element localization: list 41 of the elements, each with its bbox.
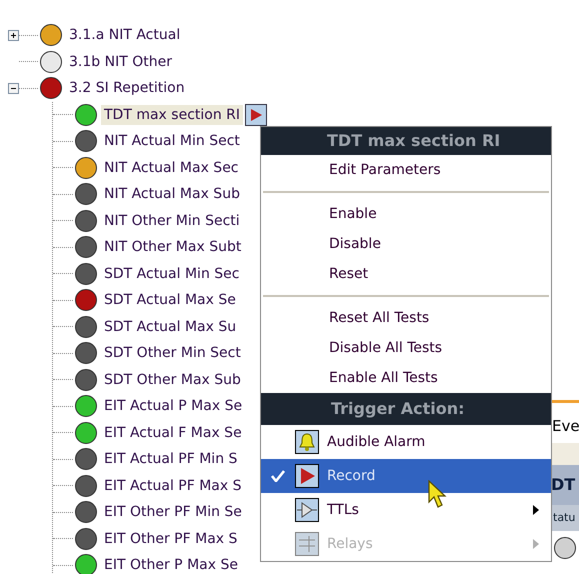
tree-item[interactable]: EIT Actual PF Max S (101, 476, 245, 496)
tree-item[interactable]: EIT Actual PF Min S (101, 449, 240, 470)
tree-item[interactable]: EIT Actual F Max Se (101, 422, 245, 443)
menu-item[interactable]: Disable (261, 229, 551, 259)
tree-item[interactable]: 3.2 SI Repetition (66, 78, 188, 98)
menu-item[interactable]: Record (261, 459, 551, 493)
tree-item[interactable]: EIT Other PF Max S (101, 528, 240, 549)
menu-item[interactable]: Enable (261, 199, 551, 229)
tree-item[interactable]: 3.1b NIT Other (66, 52, 175, 72)
status-light (554, 537, 576, 559)
tree-item[interactable]: EIT Other P Max Se (101, 555, 241, 574)
menu-item[interactable]: Disable All Tests (261, 333, 551, 363)
tree-item[interactable]: SDT Other Min Sect (101, 343, 244, 364)
menu-title: TDT max section RI (261, 127, 551, 155)
gate-icon (295, 498, 319, 522)
bell-icon (295, 430, 319, 454)
tree-item[interactable]: NIT Other Min Secti (101, 210, 243, 231)
tree-item[interactable]: SDT Actual Max Se (101, 290, 239, 310)
tree-item[interactable]: SDT Actual Min Sec (101, 264, 242, 284)
tree-item[interactable]: EIT Other PF Min Se (101, 502, 245, 522)
menu-section-header: Trigger Action: (261, 393, 551, 425)
collapse-toggle[interactable] (8, 82, 19, 94)
play-icon (295, 464, 319, 488)
tree-item[interactable]: SDT Other Max Sub (101, 370, 244, 390)
menu-item[interactable]: Audible Alarm (261, 425, 551, 459)
menu-item[interactable]: Enable All Tests (261, 363, 551, 393)
tree-item[interactable]: EIT Actual P Max Se (101, 396, 246, 416)
tree-item[interactable]: NIT Actual Min Sect (101, 131, 243, 152)
menu-item[interactable]: Reset All Tests (261, 303, 551, 333)
grid-icon (295, 532, 319, 556)
tree-item[interactable]: NIT Other Max Subt (101, 237, 244, 258)
tree-item[interactable]: NIT Actual Max Sub (101, 184, 243, 204)
record-button[interactable] (245, 104, 268, 126)
expand-toggle[interactable] (8, 30, 19, 41)
menu-item[interactable]: Edit Parameters (261, 155, 551, 185)
tree-item[interactable]: SDT Actual Max Su (101, 316, 240, 337)
tree-item[interactable]: TDT max section RI (101, 104, 244, 125)
tree-item[interactable]: NIT Actual Max Sec (101, 158, 242, 178)
tree-item[interactable]: 3.1.a NIT Actual (66, 25, 184, 46)
menu-item[interactable]: Reset (261, 259, 551, 289)
play-icon (249, 108, 264, 122)
